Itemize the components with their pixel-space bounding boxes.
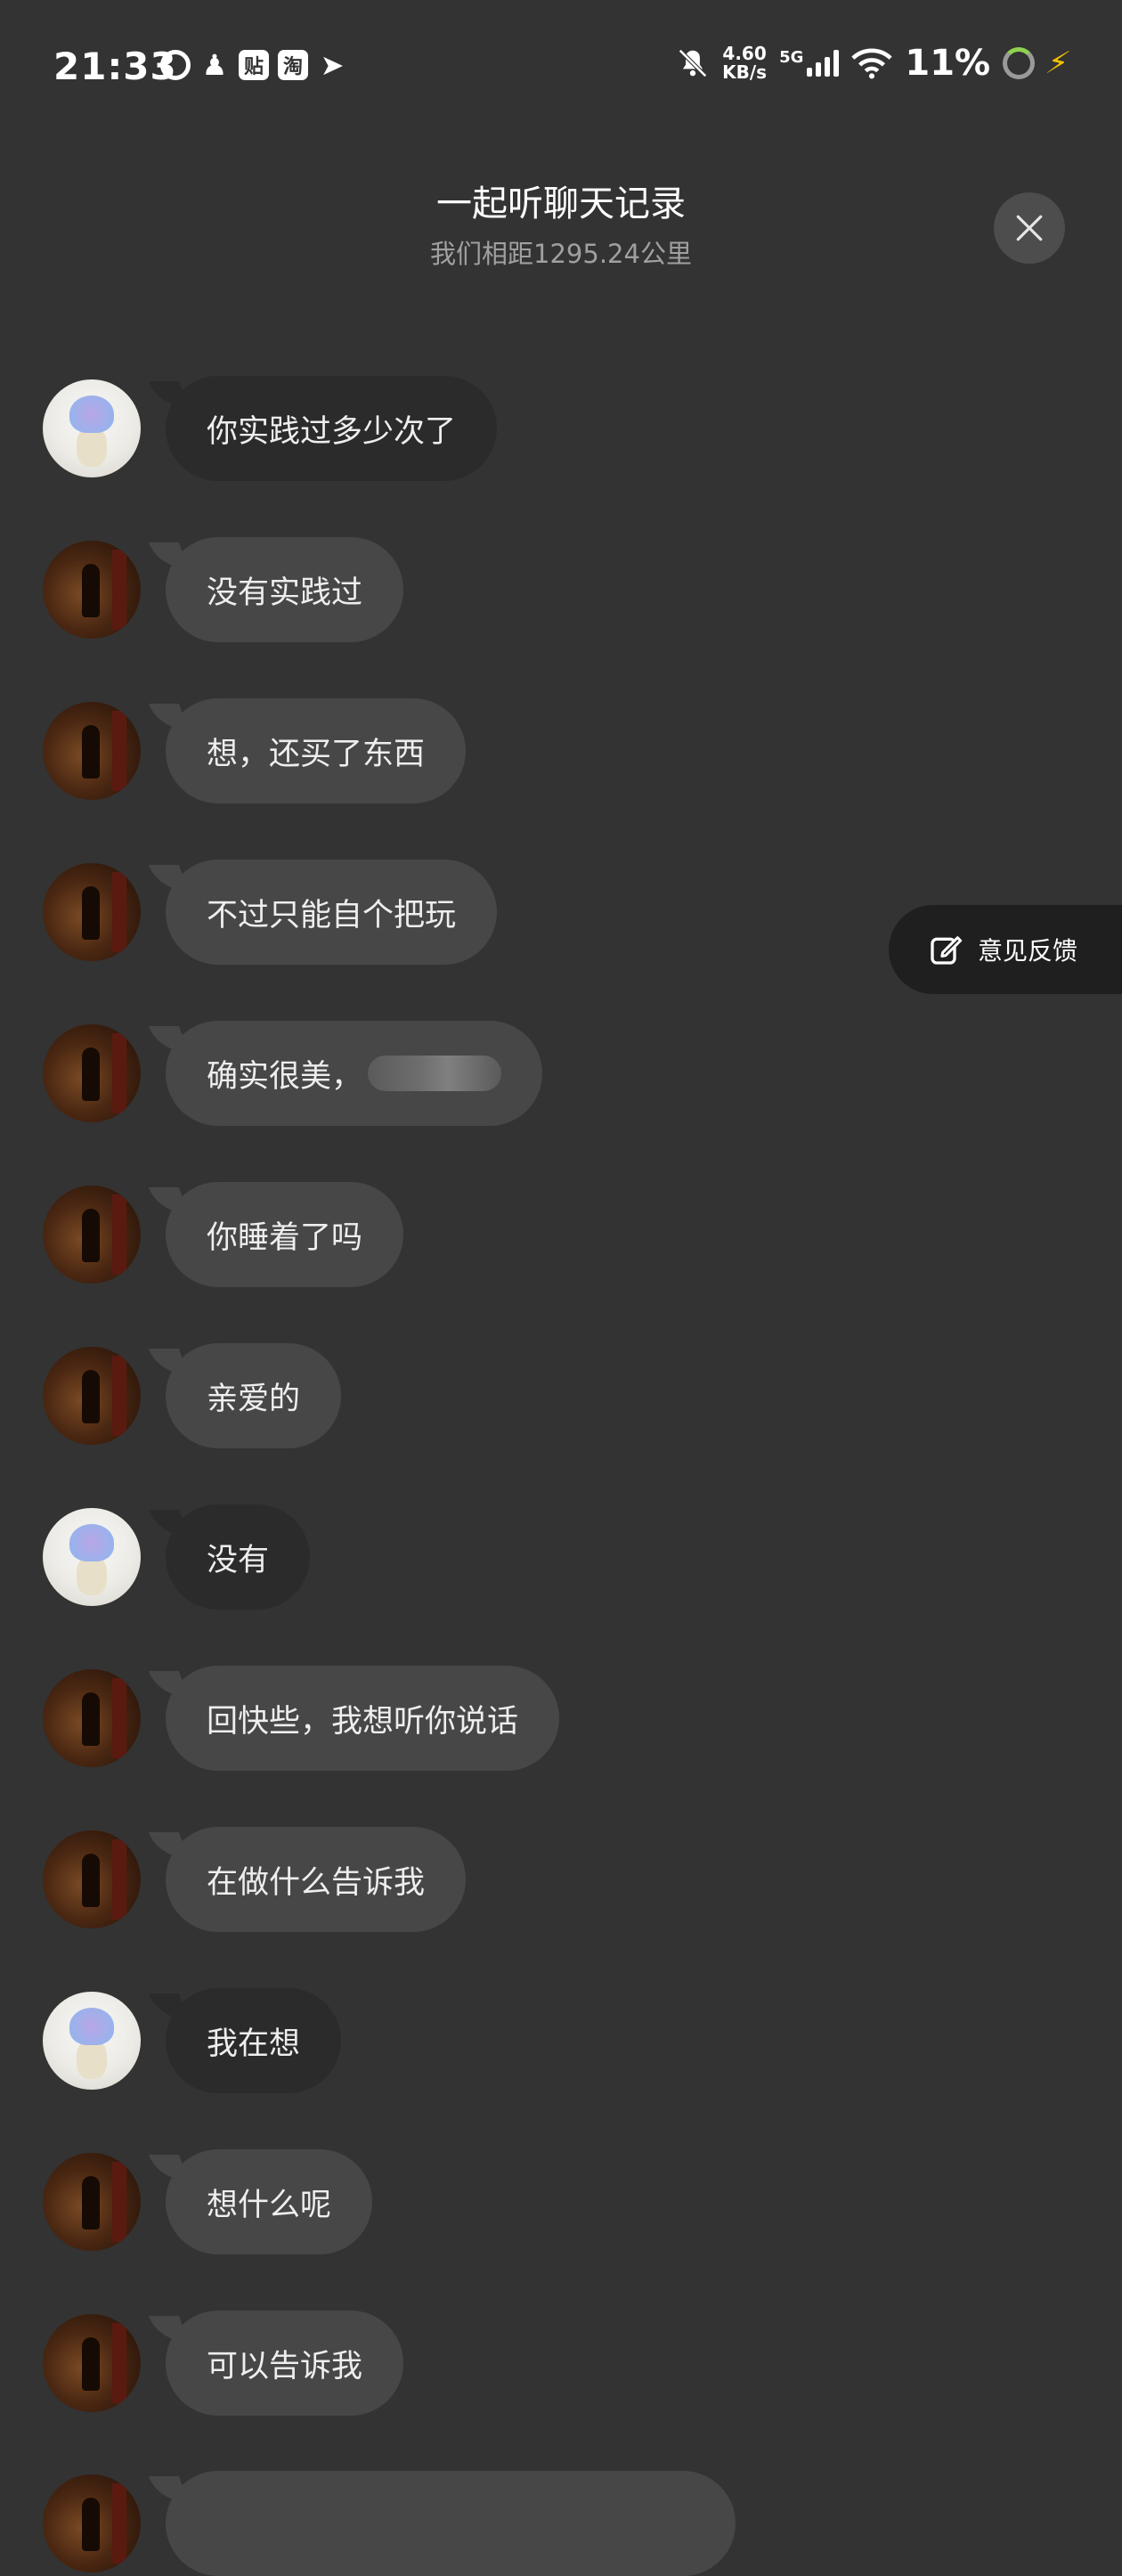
avatar[interactable]	[43, 2314, 141, 2412]
redaction-mark	[368, 1056, 502, 1091]
message-item: 你实践过多少次了	[43, 376, 498, 481]
avatar[interactable]	[43, 541, 141, 639]
notification-icons: ♟ 贴 淘 ➤	[160, 48, 347, 82]
avatar[interactable]	[43, 1508, 141, 1606]
wifi-icon	[851, 48, 893, 79]
page-title: 一起听聊天记录	[436, 183, 686, 224]
message-item-partial	[43, 2471, 736, 2576]
message-item: 你睡着了吗	[43, 1182, 404, 1287]
message-item: 亲爱的	[43, 1343, 342, 1448]
charging-icon: ⚡	[1042, 45, 1074, 81]
message-item: 没有	[43, 1504, 311, 1610]
message-bubble[interactable]: 你实践过多少次了	[166, 376, 498, 481]
feedback-button[interactable]: 意见反馈	[889, 905, 1122, 994]
net-speed: 4.60 KB/s	[722, 43, 768, 83]
message-bubble[interactable]: 不过只能自个把玩	[166, 860, 498, 965]
message-bubble[interactable]: 想什么呢	[166, 2149, 373, 2254]
taobao-icon: 淘	[278, 50, 308, 80]
avatar[interactable]	[43, 1992, 141, 2090]
signal-icon	[807, 50, 840, 77]
avatar[interactable]	[43, 702, 141, 800]
status-time: 21:33	[53, 45, 177, 88]
message-bubble[interactable]: 想，还买了东西	[166, 698, 467, 803]
message-item: 确实很美，	[43, 1021, 543, 1126]
message-bubble[interactable]: 亲爱的	[166, 1343, 342, 1448]
avatar[interactable]	[43, 863, 141, 961]
avatar[interactable]	[43, 379, 141, 477]
battery-percent: 11%	[905, 43, 991, 84]
message-bubble[interactable]: 没有实践过	[166, 537, 404, 642]
message-text: 确实很美，	[207, 1058, 363, 1095]
feedback-label: 意见反馈	[978, 936, 1078, 966]
message-item: 没有实践过	[43, 537, 404, 642]
avatar[interactable]	[43, 1186, 141, 1284]
avatar[interactable]	[43, 1669, 141, 1767]
network-type: 5G	[779, 48, 804, 67]
status-right: 4.60 KB/s 5G 11% ⚡	[676, 43, 1073, 84]
message-bubble[interactable]	[166, 2471, 736, 2576]
message-bubble[interactable]: 回快些，我想听你说话	[166, 1666, 560, 1771]
message-item: 想，还买了东西	[43, 698, 467, 803]
avatar[interactable]	[43, 1830, 141, 1928]
message-bubble[interactable]: 可以告诉我	[166, 2311, 404, 2416]
mute-bell-icon	[679, 49, 708, 77]
fitness-icon: ♟	[201, 48, 228, 82]
message-bubble[interactable]: 在做什么告诉我	[166, 1827, 467, 1932]
message-item: 不过只能自个把玩	[43, 860, 498, 965]
alipay-icon: ➤	[320, 48, 345, 82]
avatar[interactable]	[43, 2474, 141, 2572]
avatar[interactable]	[43, 1347, 141, 1445]
message-item: 在做什么告诉我	[43, 1827, 467, 1932]
message-item: 我在想	[43, 1988, 342, 2093]
message-item: 可以告诉我	[43, 2311, 404, 2416]
battery-ring-icon	[1003, 47, 1036, 79]
message-item: 想什么呢	[43, 2149, 373, 2254]
avatar[interactable]	[43, 1024, 141, 1122]
status-bar: 21:33 ♟ 贴 淘 ➤ 4.60 KB/s 5G 11% ⚡	[0, 0, 1122, 134]
close-button[interactable]	[994, 192, 1065, 264]
weibo-icon	[160, 50, 191, 80]
tieba-icon: 贴	[239, 50, 269, 80]
message-bubble[interactable]: 你睡着了吗	[166, 1182, 404, 1287]
distance-subtitle: 我们相距1295.24公里	[430, 239, 692, 269]
message-bubble[interactable]: 我在想	[166, 1988, 342, 2093]
edit-icon	[931, 936, 963, 965]
message-bubble[interactable]: 确实很美，	[166, 1021, 543, 1126]
message-bubble[interactable]: 没有	[166, 1504, 311, 1610]
message-item: 回快些，我想听你说话	[43, 1666, 560, 1771]
close-icon	[1016, 215, 1043, 241]
avatar[interactable]	[43, 2153, 141, 2251]
